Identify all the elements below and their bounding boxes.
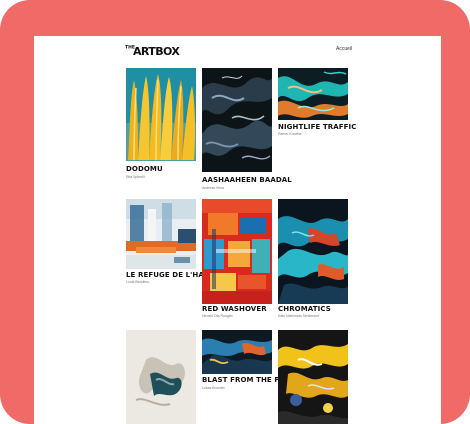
artwork-artist: Louis Beaulieu <box>126 280 149 284</box>
artwork-artist: Andreas Vesa <box>202 186 224 190</box>
artwork-image[interactable] <box>202 330 272 374</box>
browser-page: THE ARTBOX Accueil DODOMU Rita Spinelli … <box>34 36 441 424</box>
artwork-image[interactable] <box>126 68 196 161</box>
artwork-image[interactable] <box>278 330 348 424</box>
artwork-title[interactable]: AASHAAHEEN BAADAL <box>202 176 292 184</box>
artwork-title[interactable]: DODOMU <box>126 165 163 173</box>
artwork-image[interactable] <box>126 330 196 424</box>
logo-name: ARTBOX <box>133 45 180 58</box>
artwork-artist: Rainer Krauthe <box>278 132 302 136</box>
artwork-title[interactable]: RED WASHOVER <box>202 305 267 313</box>
artwork-artist: Kato Nishimoto Tenderdorf <box>278 314 320 318</box>
artwork-artist: Lukas Brunner <box>202 386 225 390</box>
artwork-image[interactable] <box>202 199 272 304</box>
artwork-artist: Rita Spinelli <box>126 175 145 179</box>
logo-prefix: THE <box>125 45 135 51</box>
artwork-title[interactable]: CHROMATICS <box>278 305 331 313</box>
background-frame: THE ARTBOX Accueil DODOMU Rita Spinelli … <box>0 0 470 424</box>
artwork-title[interactable]: NIGHTLIFE TRAFFIC <box>278 123 357 131</box>
artwork-image[interactable] <box>126 199 196 269</box>
nav-link-home[interactable]: Accueil <box>336 46 352 52</box>
artwork-image[interactable] <box>278 199 348 304</box>
artwork-image[interactable] <box>202 68 272 172</box>
artwork-image[interactable] <box>278 68 348 120</box>
artwork-artist: Hiroshi Ota Rougier <box>202 314 233 318</box>
